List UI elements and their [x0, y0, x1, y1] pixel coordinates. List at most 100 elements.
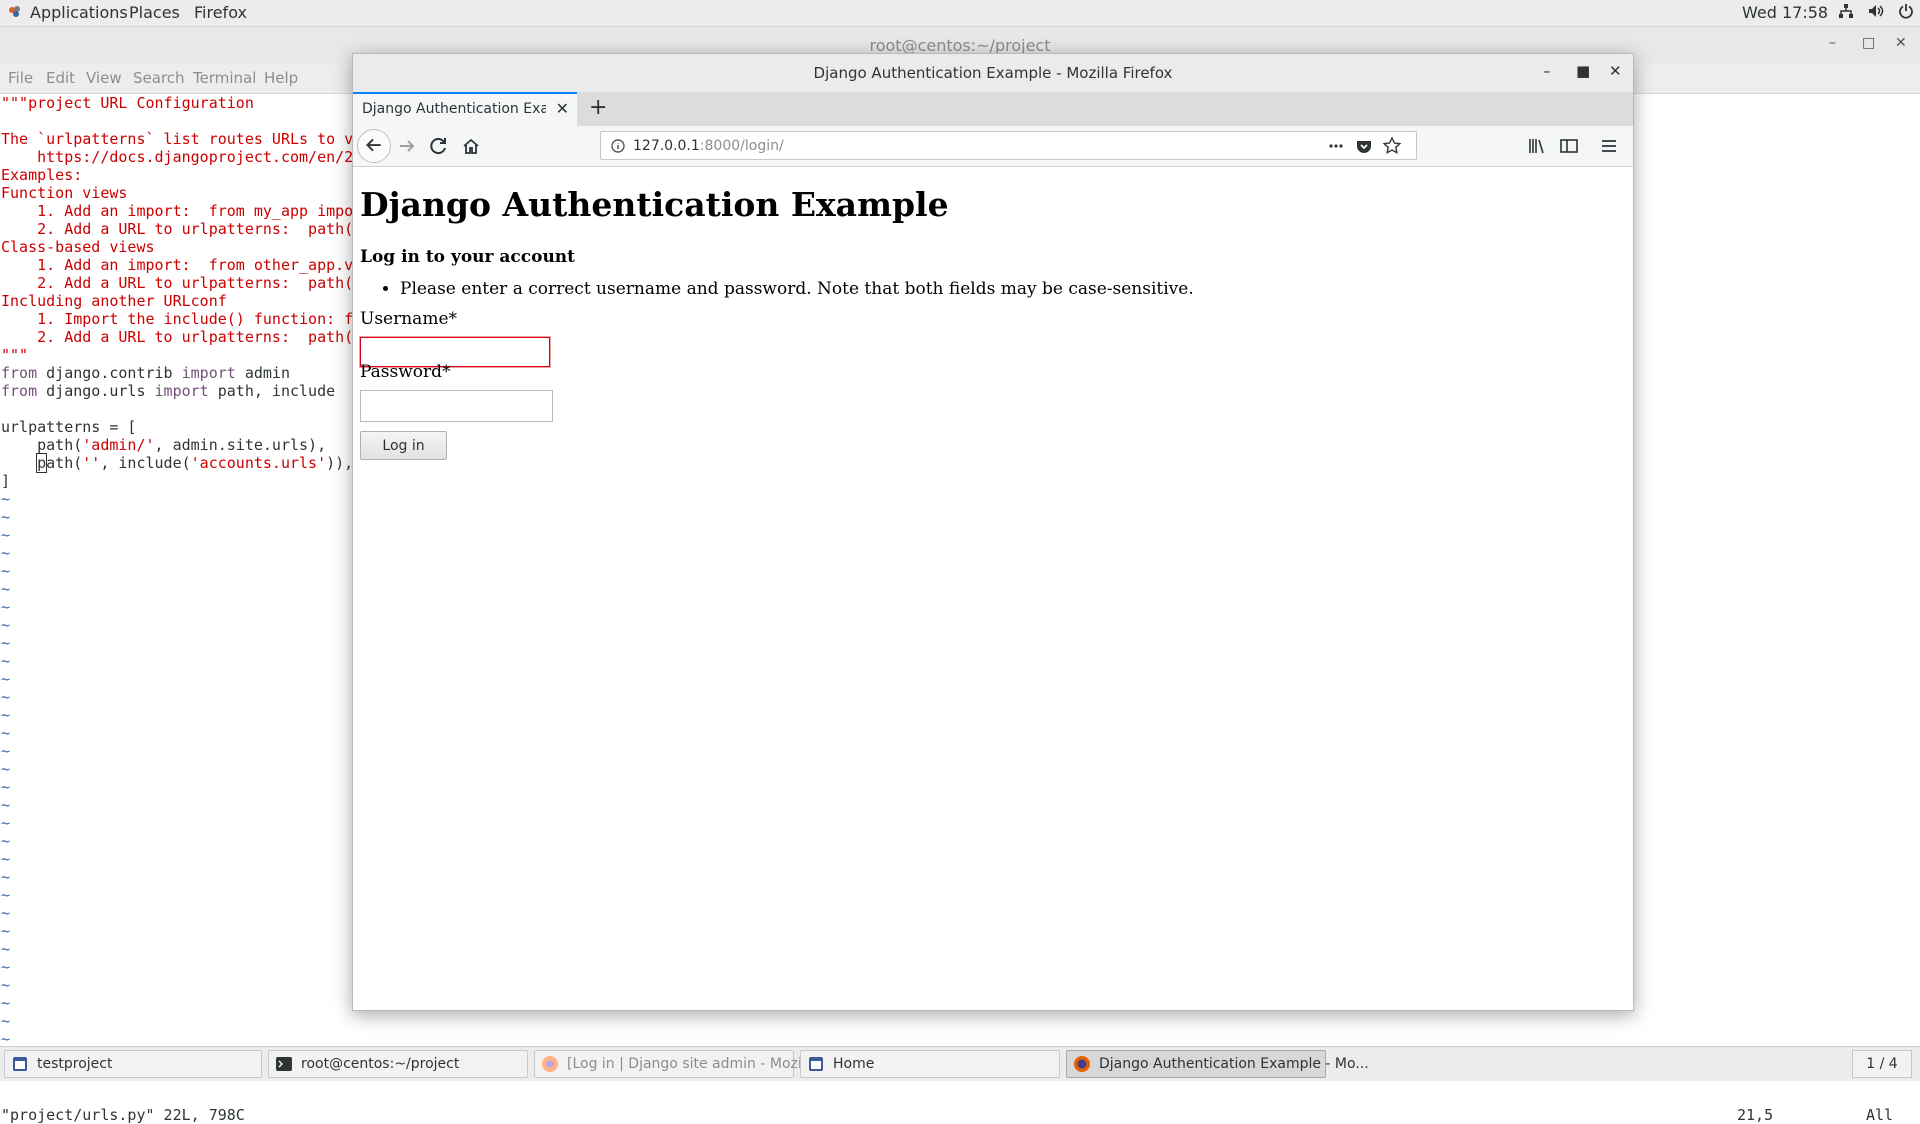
page-title: Django Authentication Example [360, 185, 949, 224]
firefox-icon [542, 1056, 558, 1072]
back-button[interactable] [357, 129, 391, 163]
firefox-window-title: Django Authentication Example - Mozilla … [813, 64, 1173, 82]
library-icon [1529, 139, 1544, 154]
tilde-marker: ~ [1, 760, 11, 778]
tilde-marker: ~ [1, 832, 11, 850]
firefox-titlebar[interactable]: Django Authentication Example - Mozilla … [353, 54, 1633, 92]
maximize-icon[interactable]: ■ [1576, 62, 1590, 80]
tilde-marker: ~ [1, 1012, 11, 1030]
clock[interactable]: Wed 17:58 [1742, 3, 1828, 22]
vim-status-file: "project/urls.py" 22L, 798C [1, 1106, 245, 1124]
login-button[interactable]: Log in [360, 431, 447, 460]
code-line: 2. Add a URL to urlpatterns: path( [1, 328, 354, 346]
firefox-menu[interactable]: Firefox [194, 3, 247, 22]
taskbar-item-django-admin[interactable]: [Log in | Django site admin - Mozilla... [534, 1050, 831, 1078]
hamburger-menu-icon [1602, 140, 1616, 152]
code-line: Class-based views [1, 238, 155, 256]
tilde-marker: ~ [1, 886, 11, 904]
new-tab-icon[interactable]: + [589, 95, 607, 120]
power-icon [1899, 4, 1913, 19]
minimize-icon[interactable]: – [1829, 35, 1836, 51]
window-icon [13, 1057, 27, 1071]
code-line: from django.contrib import admin [1, 364, 290, 382]
tilde-marker: ~ [1, 508, 11, 526]
menu-button[interactable] [1595, 132, 1623, 160]
tilde-marker: ~ [1, 742, 11, 760]
username-label: Username* [360, 309, 458, 329]
code-line: Function views [1, 184, 128, 202]
network-icon [1839, 4, 1853, 18]
places-menu[interactable]: Places [129, 3, 180, 22]
page-subtitle: Log in to your account [360, 247, 576, 267]
tilde-marker: ~ [1, 724, 11, 742]
code-line: 1. Import the include() function: f [1, 310, 354, 328]
tilde-marker: ~ [1, 904, 11, 922]
text-cursor: p [36, 453, 48, 473]
menu-view[interactable]: View [86, 69, 122, 87]
taskbar-item-django-auth[interactable]: Django Authentication Example - Mo... [1066, 1050, 1369, 1078]
tilde-marker: ~ [1, 850, 11, 868]
site-info-icon[interactable] [607, 135, 629, 157]
code-line: urlpatterns = [ [1, 418, 137, 436]
tilde-marker: ~ [1, 670, 11, 688]
page-actions-icon[interactable] [1325, 135, 1347, 157]
menu-file[interactable]: File [8, 69, 33, 87]
error-message: Please enter a correct username and pass… [400, 279, 1194, 299]
code-line: """project URL Configuration [1, 94, 254, 112]
taskbar-item-testproject[interactable]: testproject [4, 1050, 262, 1078]
tilde-marker: ~ [1, 526, 11, 544]
firefox-icon [1074, 1056, 1090, 1072]
system-tray[interactable] [1838, 3, 1914, 19]
bookmark-star-icon[interactable] [1381, 135, 1403, 157]
menu-help[interactable]: Help [264, 69, 298, 87]
code-line: 1. Add an import: from other_app.v [1, 256, 354, 274]
tilde-marker: ~ [1, 994, 11, 1012]
forward-button[interactable] [393, 132, 421, 160]
tilde-marker: ~ [1, 868, 11, 886]
url-bar[interactable]: 127.0.0.1:8000/login/ [600, 131, 1417, 160]
code-line: ] [1, 472, 11, 490]
code-line: 1. Add an import: from my_app impo [1, 202, 354, 220]
menu-terminal[interactable]: Terminal [193, 69, 256, 87]
tilde-marker: ~ [1, 922, 11, 940]
tab-strip: Django Authentication Example ✕ + [353, 92, 1633, 127]
taskbar-item-terminal[interactable]: root@centos:~/project [268, 1050, 528, 1078]
code-line: """ [1, 346, 29, 364]
error-list: Please enter a correct username and pass… [360, 279, 1194, 299]
password-field[interactable] [360, 390, 553, 422]
workspace-switcher[interactable]: 1 / 4 [1852, 1050, 1912, 1078]
tab-label: Django Authentication Example [362, 101, 546, 117]
reload-icon [430, 138, 446, 155]
tilde-marker: ~ [1, 814, 11, 832]
sidebar-button[interactable] [1555, 132, 1583, 160]
tilde-marker: ~ [1, 544, 11, 562]
library-button[interactable] [1523, 132, 1551, 160]
menu-edit[interactable]: Edit [46, 69, 75, 87]
minimize-icon[interactable]: – [1543, 62, 1551, 80]
navigation-toolbar: 127.0.0.1:8000/login/ [353, 126, 1633, 167]
tilde-marker: ~ [1, 976, 11, 994]
reload-button[interactable] [425, 132, 453, 160]
sidebar-icon [1560, 139, 1578, 153]
code-line: path('', include('accounts.urls')), [36, 453, 354, 473]
pocket-icon[interactable] [1353, 135, 1375, 157]
home-button[interactable] [457, 132, 485, 160]
tilde-marker: ~ [1, 688, 11, 706]
tilde-marker: ~ [1, 796, 11, 814]
taskbar-item-home[interactable]: Home [800, 1050, 1060, 1078]
tilde-marker: ~ [1, 616, 11, 634]
tab-django-auth[interactable]: Django Authentication Example ✕ [353, 92, 577, 126]
volume-icon [1869, 5, 1884, 17]
top-panel: Applications Places Firefox Wed 17:58 [0, 0, 1920, 27]
page-content: Django Authentication Example Log in to … [353, 167, 1633, 1010]
tilde-marker: ~ [1, 706, 11, 724]
tilde-marker: ~ [1, 778, 11, 796]
close-tab-icon[interactable]: ✕ [556, 99, 569, 118]
maximize-icon[interactable]: □ [1862, 35, 1875, 51]
back-arrow-icon [366, 138, 381, 152]
close-icon[interactable]: ✕ [1609, 62, 1622, 80]
close-icon[interactable]: ✕ [1895, 35, 1907, 51]
menu-search[interactable]: Search [133, 69, 185, 87]
applications-menu[interactable]: Applications [30, 3, 128, 22]
code-line: from django.urls import path, include [1, 382, 336, 400]
